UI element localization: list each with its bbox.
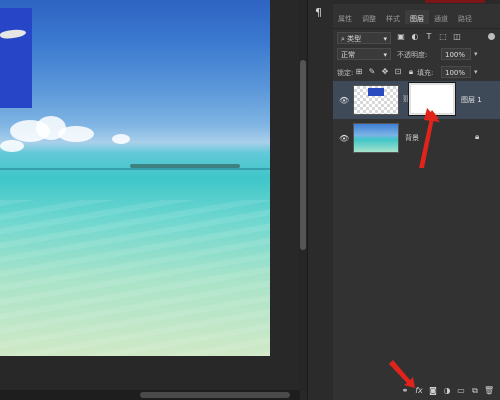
chevron-down-icon[interactable]: ▾ bbox=[474, 68, 478, 76]
layers-panel: 属性 调整 样式 图层 通道 路径 ⌕ 类型 ▾ ▣ ◐ T ⬚ ◫ 正常 ▾ 不透… bbox=[333, 0, 500, 400]
tab-channels[interactable]: 通道 bbox=[429, 10, 453, 24]
layer-row-background[interactable]: 👁︎ 背景 🔒︎ bbox=[333, 119, 500, 157]
layer-filter-row: ⌕ 类型 ▾ ▣ ◐ T ⬚ ◫ bbox=[333, 30, 500, 46]
lock-row: 锁定: ⊞ ✎ ✥ ⊡ 🔒︎ 填充: 100% ▾ bbox=[333, 66, 500, 80]
lock-all-icon[interactable]: 🔒︎ bbox=[407, 67, 415, 77]
shape-filter-icon[interactable]: ⬚ bbox=[439, 32, 447, 41]
visibility-eye-icon[interactable]: 👁︎ bbox=[339, 96, 349, 105]
vertical-scrollbar[interactable] bbox=[299, 0, 307, 390]
new-group-icon[interactable]: ▭ bbox=[456, 386, 466, 400]
tab-styles[interactable]: 样式 bbox=[381, 10, 405, 24]
blend-row: 正常 ▾ 不透明度: 100% ▾ bbox=[333, 48, 500, 62]
pixel-filter-icon[interactable]: ▣ bbox=[397, 32, 405, 41]
layer-row-layer1[interactable]: 👁︎ ⛓︎ 图层 1 bbox=[333, 81, 500, 119]
fill-input[interactable]: 100% bbox=[441, 66, 471, 78]
delete-icon[interactable]: 🗑︎ bbox=[484, 386, 494, 400]
layer-mask-thumbnail[interactable] bbox=[408, 82, 456, 116]
layer-thumbnail[interactable] bbox=[353, 123, 399, 153]
opacity-input[interactable]: 100% bbox=[441, 48, 471, 60]
new-layer-icon[interactable]: ⧉ bbox=[470, 386, 480, 400]
smart-object-filter-icon[interactable]: ◫ bbox=[453, 32, 461, 41]
adjustment-filter-icon[interactable]: ◐ bbox=[411, 32, 419, 41]
add-mask-icon[interactable]: ◙ bbox=[428, 386, 438, 400]
document-image[interactable] bbox=[0, 0, 270, 356]
panel-top-strip bbox=[333, 0, 500, 4]
link-layers-icon[interactable]: ⚭ bbox=[400, 386, 410, 400]
opacity-label: 不透明度: bbox=[397, 51, 428, 59]
lock-transparent-icon[interactable]: ⊞ bbox=[355, 67, 363, 77]
tab-layers[interactable]: 图层 bbox=[405, 10, 429, 24]
fill-label: 填充: bbox=[417, 69, 434, 77]
paragraph-panel-button[interactable]: ¶ bbox=[315, 6, 322, 19]
tab-properties[interactable]: 属性 bbox=[333, 10, 357, 24]
layer-thumbnail[interactable] bbox=[353, 85, 399, 115]
lock-artboard-icon[interactable]: ⊡ bbox=[394, 67, 402, 77]
lock-icon[interactable]: 🔒︎ bbox=[475, 132, 479, 142]
chevron-down-icon: ▾ bbox=[383, 35, 387, 43]
type-filter-icon[interactable]: T bbox=[425, 32, 433, 41]
panel-dock: ¶ bbox=[307, 0, 334, 400]
lock-label: 锁定: bbox=[337, 69, 354, 77]
blend-mode-select[interactable]: 正常 ▾ bbox=[337, 48, 391, 60]
layers-panel-footer: ⚭ fx ◙ ◑ ▭ ⧉ 🗑︎ bbox=[333, 386, 500, 400]
layer-name[interactable]: 背景 bbox=[405, 133, 419, 143]
canvas-area[interactable] bbox=[0, 0, 300, 400]
fx-icon[interactable]: fx bbox=[414, 386, 424, 400]
lock-paint-icon[interactable]: ✎ bbox=[368, 67, 376, 77]
pasted-image-overlay bbox=[0, 8, 32, 108]
adjustment-layer-icon[interactable]: ◑ bbox=[442, 386, 452, 400]
chevron-down-icon: ▾ bbox=[383, 51, 387, 59]
horizontal-scrollbar[interactable] bbox=[0, 390, 300, 400]
chevron-down-icon[interactable]: ▾ bbox=[474, 50, 478, 58]
tab-paths[interactable]: 路径 bbox=[453, 10, 477, 24]
tab-adjustments[interactable]: 调整 bbox=[357, 10, 381, 24]
lock-position-icon[interactable]: ✥ bbox=[381, 67, 389, 77]
filter-toggle[interactable] bbox=[488, 33, 495, 40]
filter-kind-select[interactable]: ⌕ 类型 ▾ bbox=[337, 32, 391, 44]
layer-name[interactable]: 图层 1 bbox=[461, 95, 482, 105]
visibility-eye-icon[interactable]: 👁︎ bbox=[339, 134, 349, 143]
panel-tabs: 属性 调整 样式 图层 通道 路径 bbox=[333, 10, 500, 28]
